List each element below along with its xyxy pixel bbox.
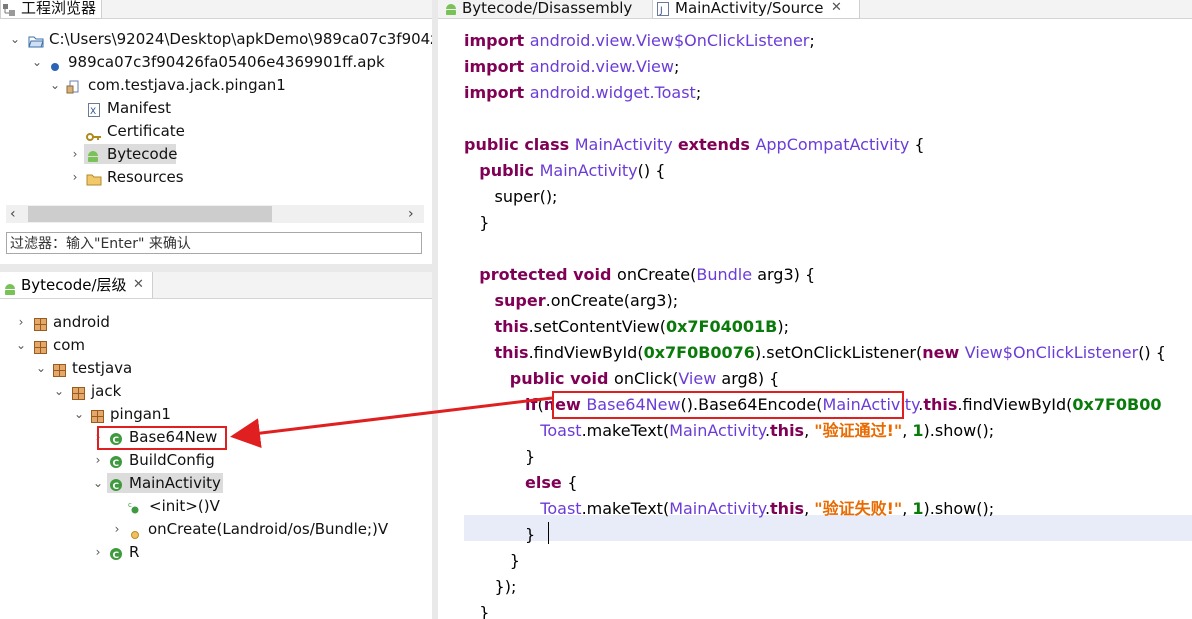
annotation-arrow [230,396,553,449]
